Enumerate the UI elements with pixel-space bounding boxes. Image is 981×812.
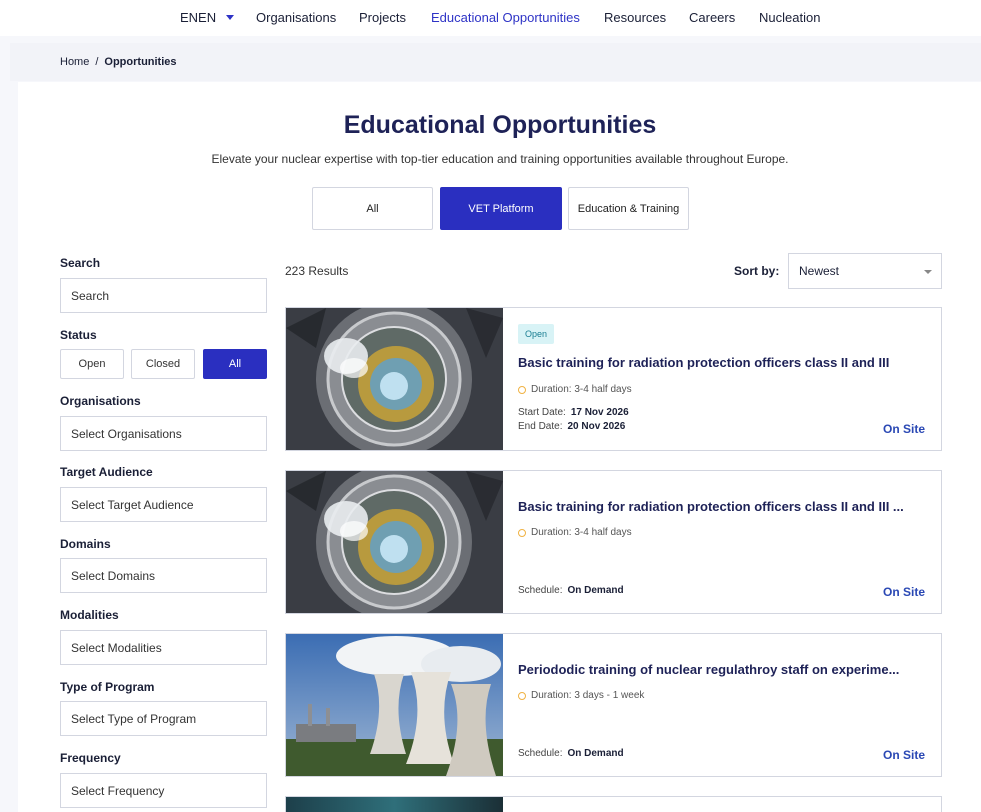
card-duration: Duration: 3-4 half days bbox=[518, 384, 632, 395]
schedule-label: Schedule: bbox=[518, 748, 563, 759]
card-title[interactable]: Periododic training of nuclear regulathr… bbox=[518, 662, 928, 677]
domains-select[interactable]: Select Domains bbox=[60, 558, 267, 593]
tab-education-training[interactable]: Education & Training bbox=[568, 187, 689, 230]
status-closed-button[interactable]: Closed bbox=[131, 349, 195, 379]
tab-all[interactable]: All bbox=[312, 187, 433, 230]
nav-organisations[interactable]: Organisations bbox=[256, 10, 336, 25]
language-selector[interactable]: ENEN bbox=[180, 10, 235, 25]
card-title[interactable]: Basic training for radiation protection … bbox=[518, 499, 928, 514]
card-schedule: Schedule: On Demand bbox=[518, 748, 624, 759]
card-schedule: Schedule: On Demand bbox=[518, 585, 624, 596]
language-label: ENEN bbox=[180, 10, 217, 25]
opportunity-card[interactable]: Open Basic training for radiation protec… bbox=[285, 307, 942, 451]
end-date-label: End Date: bbox=[518, 421, 563, 432]
schedule-value: On Demand bbox=[567, 748, 624, 759]
card-modality: On Site bbox=[882, 422, 925, 436]
chevron-down-icon bbox=[924, 270, 932, 274]
duration-text: Duration: 3 days - 1 week bbox=[531, 690, 645, 701]
results-count: 223 Results bbox=[285, 264, 349, 278]
sort-label: Sort by: bbox=[734, 264, 780, 278]
clock-icon bbox=[518, 691, 526, 700]
card-start-date: Start Date: 17 Nov 2026 bbox=[518, 407, 629, 418]
tab-vet-platform[interactable]: VET Platform bbox=[440, 187, 562, 230]
domains-label: Domains bbox=[60, 537, 111, 551]
cooling-towers-image bbox=[286, 634, 503, 776]
breadcrumb-separator: / bbox=[95, 56, 99, 68]
sort-select[interactable]: Newest bbox=[788, 253, 942, 289]
nav-nucleation[interactable]: Nucleation bbox=[759, 10, 820, 25]
program-type-label: Type of Program bbox=[60, 680, 155, 694]
end-date-value: 20 Nov 2026 bbox=[567, 421, 626, 432]
sort-value: Newest bbox=[799, 264, 840, 278]
target-audience-select[interactable]: Select Target Audience bbox=[60, 487, 267, 522]
search-input[interactable]: Search bbox=[60, 278, 267, 313]
opportunity-card[interactable]: Periododic training of nuclear regulathr… bbox=[285, 633, 942, 777]
reactor-pool-image bbox=[286, 308, 503, 450]
frequency-label: Frequency bbox=[60, 751, 121, 765]
clock-icon bbox=[518, 385, 526, 394]
top-nav: ENEN Organisations Projects Educational … bbox=[0, 0, 981, 36]
card-duration: Duration: 3 days - 1 week bbox=[518, 690, 644, 701]
chevron-down-icon bbox=[226, 15, 235, 20]
opportunity-card[interactable] bbox=[285, 796, 942, 812]
organisations-select[interactable]: Select Organisations bbox=[60, 416, 267, 451]
modalities-select[interactable]: Select Modalities bbox=[60, 630, 267, 665]
duration-text: Duration: 3-4 half days bbox=[531, 384, 632, 395]
page-title: Educational Opportunities bbox=[343, 111, 657, 139]
card-image bbox=[286, 797, 503, 812]
status-label: Status bbox=[60, 328, 97, 342]
status-all-button[interactable]: All bbox=[203, 349, 267, 379]
program-type-select[interactable]: Select Type of Program bbox=[60, 701, 267, 736]
breadcrumb-home[interactable]: Home bbox=[60, 56, 89, 68]
card-title[interactable]: Basic training for radiation protection … bbox=[518, 355, 928, 370]
reactor-pool-image bbox=[286, 471, 503, 613]
start-date-value: 17 Nov 2026 bbox=[570, 407, 629, 418]
card-modality: On Site bbox=[882, 748, 925, 762]
start-date-label: Start Date: bbox=[518, 407, 566, 418]
frequency-select[interactable]: Select Frequency bbox=[60, 773, 267, 808]
schedule-value: On Demand bbox=[567, 585, 624, 596]
breadcrumb-current: Opportunities bbox=[104, 56, 177, 68]
opportunity-card[interactable]: Basic training for radiation protection … bbox=[285, 470, 942, 614]
clock-icon bbox=[518, 528, 526, 537]
card-end-date: End Date: 20 Nov 2026 bbox=[518, 421, 625, 432]
organisations-label: Organisations bbox=[60, 394, 141, 408]
search-label: Search bbox=[60, 256, 101, 270]
page-subtitle: Elevate your nuclear expertise with top-… bbox=[211, 152, 789, 166]
modalities-label: Modalities bbox=[60, 608, 119, 622]
status-open-button[interactable]: Open bbox=[60, 349, 124, 379]
card-modality: On Site bbox=[882, 585, 925, 599]
duration-text: Duration: 3-4 half days bbox=[531, 527, 632, 538]
target-audience-label: Target Audience bbox=[60, 465, 153, 479]
card-duration: Duration: 3-4 half days bbox=[518, 527, 632, 538]
nav-careers[interactable]: Careers bbox=[689, 10, 735, 25]
breadcrumb: Home / Opportunities bbox=[10, 43, 981, 81]
status-badge: Open bbox=[518, 324, 555, 344]
nav-resources[interactable]: Resources bbox=[604, 10, 666, 25]
nav-projects[interactable]: Projects bbox=[359, 10, 406, 25]
nav-educational-opportunities[interactable]: Educational Opportunities bbox=[431, 10, 580, 25]
schedule-label: Schedule: bbox=[518, 585, 563, 596]
